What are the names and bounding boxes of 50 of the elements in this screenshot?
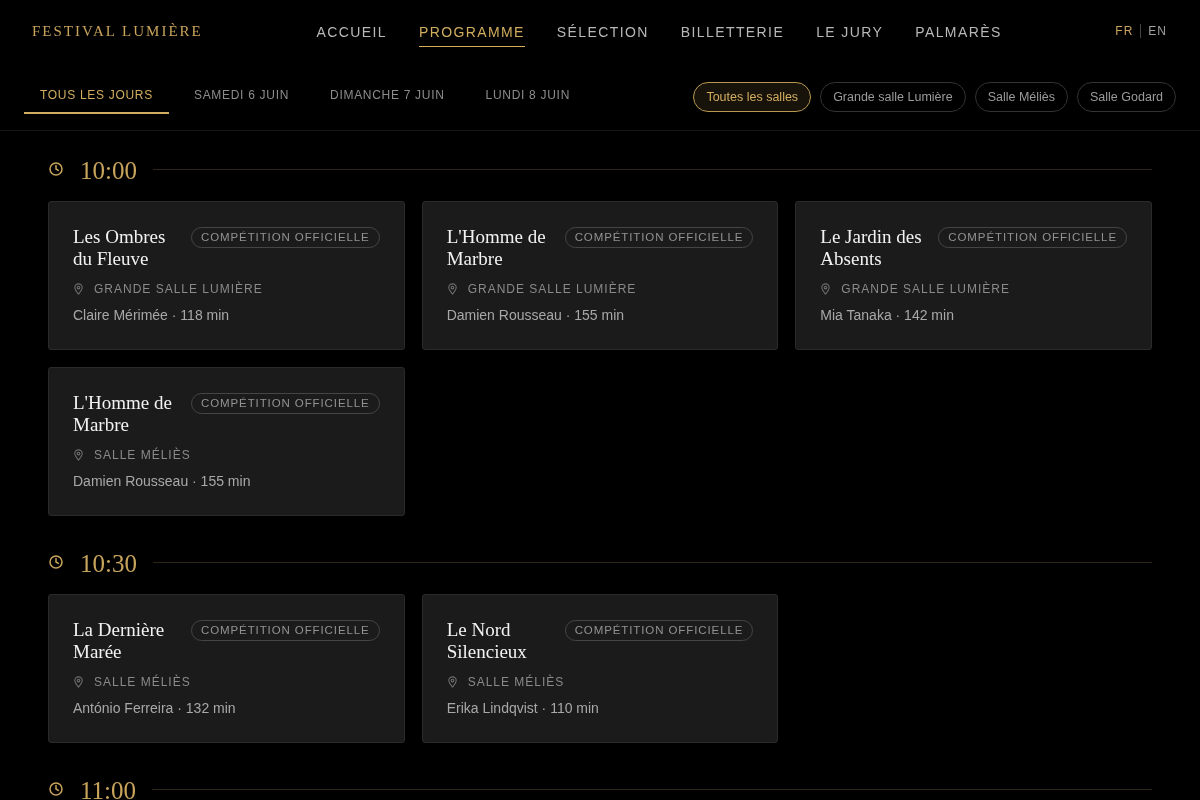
screening-card[interactable]: Les Ombres du Fleuve COMPÉTITION OFFICIELLE GRANDE SALLE LUMIÈRE Claire Mérimée · 118 min [48, 201, 405, 350]
film-meta: Claire Mérimée · 118 min [73, 307, 230, 324]
location-pin-icon [447, 676, 457, 688]
screening-card[interactable]: L'Homme de Marbre COMPÉTITION OFFICIELLE GRANDE SALLE LUMIÈRE Damien Rousseau · 155 min [421, 201, 779, 350]
screening-card[interactable]: L'Homme de Marbre COMPÉTITION OFFICIELLE SALLE MÉLIÈS Damien Rousseau · 155 min [48, 367, 405, 516]
film-title: Le Nord Silencieux [446, 619, 528, 663]
film-title: Les Ombres du Fleuve [73, 226, 167, 270]
time-heading: 10:30 [80, 549, 137, 575]
location-pin-icon [74, 449, 83, 461]
nav-link[interactable]: PROGRAMME [418, 23, 525, 47]
site-logo[interactable]: FESTIVAL LUMIÈRE [32, 22, 203, 40]
venue-name: SALLE MÉLIÈS [467, 674, 565, 690]
clock-icon [49, 162, 63, 176]
nav-link[interactable]: LE JURY [816, 23, 884, 47]
venue-name: SALLE MÉLIÈS [94, 674, 191, 690]
day-tab[interactable]: LUNDI 8 JUIN [469, 77, 586, 114]
venue-name: GRANDE SALLE LUMIÈRE [467, 281, 637, 297]
time-heading: 10:00 [80, 156, 137, 182]
film-meta: António Ferreira · 132 min [73, 700, 236, 717]
film-title: L'Homme de Marbre [73, 392, 173, 436]
film-title: L'Homme de Marbre [446, 226, 547, 270]
nav-link[interactable]: ACCUEIL [316, 23, 387, 47]
venue-name: GRANDE SALLE LUMIÈRE [94, 281, 263, 297]
venue-name: GRANDE SALLE LUMIÈRE [841, 281, 1011, 297]
film-title: Le Jardin des Absents [820, 226, 923, 270]
nav-link[interactable]: BILLETTERIE [680, 23, 785, 47]
language-option[interactable]: FR [1115, 24, 1134, 38]
day-tab[interactable]: TOUS LES JOURS [24, 77, 169, 114]
film-meta: Damien Rousseau · 155 min [446, 307, 625, 324]
film-meta: Damien Rousseau · 155 min [73, 473, 251, 490]
location-pin-icon [74, 283, 83, 295]
day-tab[interactable]: DIMANCHE 7 JUIN [314, 77, 461, 114]
film-meta: Erika Lindqvist · 110 min [446, 700, 599, 717]
time-heading: 11:00 [80, 776, 137, 800]
clock-icon [49, 555, 63, 569]
screening-card[interactable]: Le Jardin des Absents COMPÉTITION OFFICIELLE GRANDE SALLE LUMIÈRE Mia Tanaka · 142 min [795, 201, 1152, 350]
screening-card[interactable]: Le Nord Silencieux COMPÉTITION OFFICIELLE SALLE MÉLIÈS Erika Lindqvist · 110 min [421, 594, 779, 743]
location-pin-icon [821, 283, 831, 295]
venue-name: SALLE MÉLIÈS [94, 447, 191, 463]
nav-link[interactable]: PALMARÈS [915, 23, 1002, 47]
location-pin-icon [74, 676, 83, 688]
language-option[interactable]: EN [1148, 24, 1167, 38]
venue-filter[interactable]: Toutes les salles [693, 82, 812, 112]
screening-card[interactable]: La Dernière Marée COMPÉTITION OFFICIELLE SALLE MÉLIÈS António Ferreira · 132 min [48, 594, 405, 743]
nav-link[interactable]: SÉLECTION [556, 23, 649, 47]
location-pin-icon [447, 283, 457, 295]
film-title: La Dernière Marée [73, 619, 166, 663]
day-tab[interactable]: SAMEDI 6 JUIN [177, 77, 306, 114]
clock-icon [49, 782, 63, 796]
film-meta: Mia Tanaka · 142 min [820, 307, 954, 324]
